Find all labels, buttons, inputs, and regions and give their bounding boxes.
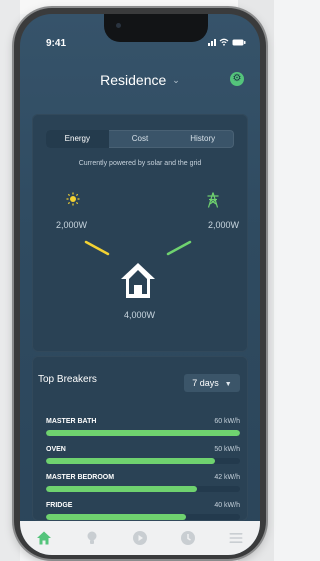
bulb-icon[interactable] bbox=[84, 530, 100, 546]
camera-icon bbox=[116, 23, 121, 28]
breakers-card: Top Breakers 7 days ▼ MASTER BATH 60 kW/h… bbox=[32, 356, 248, 521]
page-title-label: Residence bbox=[100, 72, 167, 88]
sun-icon bbox=[66, 192, 80, 206]
range-dropdown[interactable]: 7 days ▼ bbox=[184, 374, 240, 392]
breaker-bar bbox=[46, 458, 240, 464]
caret-down-icon: ▼ bbox=[224, 381, 232, 388]
energy-subtitle: Currently powered by solar and the grid bbox=[78, 160, 202, 167]
settings-button[interactable]: ⚙ bbox=[230, 72, 244, 86]
house-icon bbox=[121, 263, 155, 298]
breaker-bar bbox=[46, 430, 240, 436]
home-watts: 4,000W bbox=[124, 310, 156, 320]
breakers-title: Top Breakers bbox=[38, 374, 97, 385]
breaker-name: MASTER BEDROOM bbox=[46, 474, 115, 481]
range-label: 7 days bbox=[192, 378, 219, 388]
breaker-value: 42 kW/h bbox=[214, 474, 240, 481]
tab-energy[interactable]: Energy bbox=[46, 130, 109, 148]
home-icon[interactable] bbox=[36, 530, 52, 546]
grid-flow-line bbox=[166, 240, 192, 256]
wifi-icon bbox=[219, 38, 229, 46]
play-icon[interactable] bbox=[132, 530, 148, 546]
menu-icon[interactable] bbox=[228, 530, 244, 546]
breaker-bar-fill bbox=[46, 458, 215, 464]
tab-bar: Energy Cost History bbox=[46, 130, 234, 148]
clock-icon[interactable] bbox=[180, 530, 196, 546]
solar-flow-line bbox=[84, 240, 110, 256]
breaker-bar-fill bbox=[46, 430, 240, 436]
grid-watts: 2,000W bbox=[208, 220, 240, 230]
status-time: 9:41 bbox=[46, 38, 67, 49]
notch bbox=[104, 14, 208, 42]
breaker-bar bbox=[46, 514, 240, 520]
breaker-value: 60 kW/h bbox=[214, 418, 240, 425]
breaker-name: FRIDGE bbox=[46, 502, 73, 509]
gear-icon: ⚙ bbox=[232, 73, 242, 84]
breaker-bar-fill bbox=[46, 486, 198, 492]
breaker-value: 50 kW/h bbox=[214, 446, 240, 453]
status-icons bbox=[208, 38, 246, 46]
tab-cost[interactable]: Cost bbox=[109, 130, 172, 148]
page-title[interactable]: Residence ⌄ bbox=[20, 72, 260, 88]
power-tower-icon bbox=[207, 192, 219, 208]
breaker-value: 40 kW/h bbox=[214, 502, 240, 509]
solar-watts: 2,000W bbox=[56, 220, 88, 230]
tab-history[interactable]: History bbox=[171, 130, 234, 148]
breaker-name: OVEN bbox=[46, 446, 66, 453]
battery-icon bbox=[232, 39, 246, 45]
breaker-bar bbox=[46, 486, 240, 492]
breaker-bar-fill bbox=[46, 514, 186, 520]
app-screen: 9:41 Residence ⌄ ⚙ Energy Cost History Cu… bbox=[20, 14, 260, 555]
signal-icon bbox=[208, 38, 216, 46]
chevron-down-icon: ⌄ bbox=[172, 75, 180, 85]
bottom-nav bbox=[20, 521, 260, 555]
breaker-name: MASTER BATH bbox=[46, 418, 97, 425]
energy-card: Energy Cost History Currently powered by… bbox=[32, 114, 248, 352]
